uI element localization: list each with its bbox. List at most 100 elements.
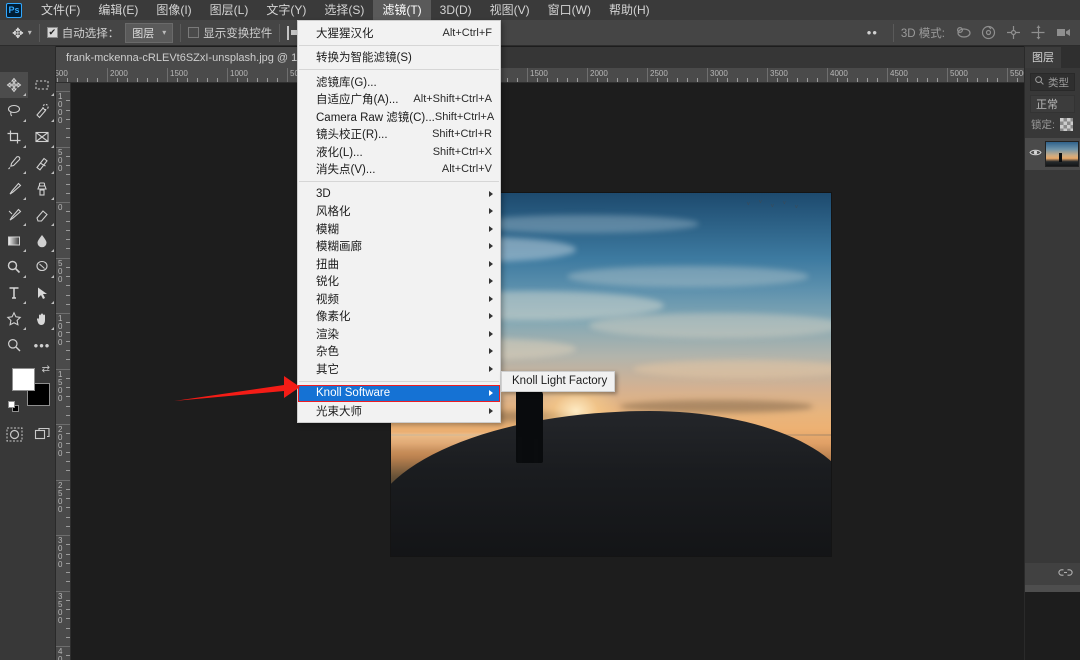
move-tool[interactable] [0,72,28,98]
menu-window[interactable]: 窗口(W) [539,0,600,20]
show-transform-checkbox[interactable]: ✔ [188,27,200,38]
zoom-tool[interactable] [0,332,28,358]
submenu-arrow-icon [489,295,493,302]
menu-item-19[interactable]: Knoll Software [298,384,500,402]
submenu-arrow-icon [489,407,493,414]
quick-selection-tool[interactable] [28,98,56,124]
spot-healing-brush-tool[interactable] [28,150,56,176]
menu-item-15[interactable]: 像素化 [298,308,500,326]
layer-filter-search[interactable]: 类型 [1030,73,1075,91]
menu-item-7[interactable]: 消失点(V)... Alt+Ctrl+V [298,161,500,179]
chevron-down-icon[interactable]: ▾ [28,28,32,37]
slide-3d-icon[interactable] [1030,24,1047,41]
menu-item-17[interactable]: 杂色 [298,343,500,361]
layer-row[interactable] [1025,138,1080,170]
tab-layers[interactable]: 图层 [1025,47,1061,68]
menu-item-14[interactable]: 视频 [298,290,500,308]
menu-layer[interactable]: 图层(L) [201,0,258,20]
vertical-ruler[interactable]: 1000 500 0 500 1000 1500 2000 2500 3000 3500 400 [56,83,71,660]
horizontal-type-tool[interactable] [0,280,28,306]
tool-flyout-indicator [51,275,54,278]
menu-item-12[interactable]: 扭曲 [298,255,500,273]
menu-file[interactable]: 文件(F) [32,0,89,20]
gradient-tool[interactable] [0,228,28,254]
dodge-tool[interactable] [0,254,28,280]
horizontal-ruler[interactable]: 2500200015001000500050010001500200025003… [56,68,1080,83]
clone-stamp-tool[interactable] [28,176,56,202]
menu-view[interactable]: 视图(V) [481,0,539,20]
ruler-label: 5000 [950,69,968,78]
swap-colors-icon[interactable]: ⇄ [42,364,50,375]
document-tab[interactable]: frank-mckenna-cRLEVt6SZxI-unsplash.jpg @… [56,47,337,68]
layer-thumbnail[interactable] [1045,141,1079,167]
pen-tool[interactable] [28,254,56,280]
quick-mask-mode-button[interactable] [0,422,28,446]
link-icon[interactable] [1058,568,1073,580]
filter-menu-dropdown[interactable]: 大猩猩汉化 Alt+Ctrl+F 转换为智能滤镜(S) 滤镜库(G)... 自适应广角(… [297,20,501,423]
eyedropper-tool[interactable] [0,150,28,176]
default-colors-icon[interactable] [8,401,19,412]
menu-item-16[interactable]: 渲染 [298,325,500,343]
frame-tool[interactable] [28,124,56,150]
active-tool-move-icon[interactable]: ✥ ▾ [12,26,32,40]
menu-item-knoll-light-factory[interactable]: Knoll Light Factory [502,372,614,391]
menu-item-1[interactable]: 转换为智能滤镜(S) [298,49,500,67]
menu-item-shortcut: Alt+Ctrl+F [442,26,492,39]
lock-transparent-pixels-icon[interactable] [1059,118,1073,131]
custom-shape-tool[interactable] [0,306,28,332]
menu-item-9[interactable]: 风格化 [298,203,500,221]
screen-mode-button[interactable] [28,422,56,446]
blur-tool[interactable] [28,228,56,254]
auto-select-checkbox[interactable]: ✔ [46,27,58,38]
eraser-tool[interactable] [28,202,56,228]
menu-separator [299,181,499,182]
blend-mode-dropdown[interactable]: 正常 [1030,95,1075,113]
menu-item-6[interactable]: 液化(L)... Shift+Ctrl+X [298,143,500,161]
hand-tool[interactable] [28,306,56,332]
menu-help[interactable]: 帮助(H) [600,0,659,20]
menu-item-4[interactable]: Camera Raw 滤镜(C)... Shift+Ctrl+A [298,108,500,126]
menu-item-20[interactable]: 光束大师 [298,402,500,420]
menu-item-11[interactable]: 模糊画廊 [298,238,500,256]
foreground-color-swatch[interactable] [12,368,35,391]
ruler-label: 4000 [830,69,848,78]
tool-flyout-indicator [23,249,26,252]
crop-tool[interactable] [0,124,28,150]
brush-tool[interactable] [0,176,28,202]
auto-select-scope-dropdown[interactable]: 图层 ▾ [125,22,174,43]
lock-controls: 锁定: [1025,117,1080,132]
rectangular-marquee-tool[interactable] [28,72,56,98]
menu-type[interactable]: 文字(Y) [257,0,315,20]
menu-item-shortcut: Shift+Ctrl+X [432,145,492,158]
menu-filter[interactable]: 滤镜(T) [373,0,431,20]
menu-edit[interactable]: 编辑(E) [89,0,147,20]
camera-3d-icon[interactable] [1055,24,1072,41]
menu-item-0[interactable]: 大猩猩汉化 Alt+Ctrl+F [298,24,500,42]
divider [180,23,182,42]
menu-item-10[interactable]: 模糊 [298,220,500,238]
menu-item-label: 消失点(V)... [316,164,376,177]
layer-visibility-eye-icon[interactable] [1028,148,1042,160]
menu-item-13[interactable]: 锐化 [298,273,500,291]
ruler-label: 1000 [58,314,63,347]
edit-toolbar-tool[interactable]: ••• [28,332,56,358]
menu-item-label: 液化(L)... [316,146,363,159]
menu-item-2[interactable]: 滤镜库(G)... [298,73,500,91]
menu-image[interactable]: 图像(I) [147,0,200,20]
history-brush-tool[interactable] [0,202,28,228]
rotate-3d-icon[interactable] [955,24,972,41]
menu-item-3[interactable]: 自适应广角(A)... Alt+Shift+Ctrl+A [298,91,500,109]
menu-3d[interactable]: 3D(D) [431,0,481,20]
menu-item-18[interactable]: 其它 [298,360,500,378]
menu-item-8[interactable]: 3D [298,185,500,203]
menu-item-label: 转换为智能滤镜(S) [316,52,412,65]
pan-3d-icon[interactable] [1005,24,1022,41]
lasso-tool[interactable] [0,98,28,124]
more-options-icon[interactable]: •• [867,26,878,39]
menu-select[interactable]: 选择(S) [315,0,373,20]
knoll-software-submenu[interactable]: Knoll Light Factory [501,371,615,392]
path-selection-tool[interactable] [28,280,56,306]
roll-3d-icon[interactable] [980,24,997,41]
menu-item-shortcut: Shift+Ctrl+A [434,110,495,123]
menu-item-5[interactable]: 镜头校正(R)... Shift+Ctrl+R [298,126,500,144]
